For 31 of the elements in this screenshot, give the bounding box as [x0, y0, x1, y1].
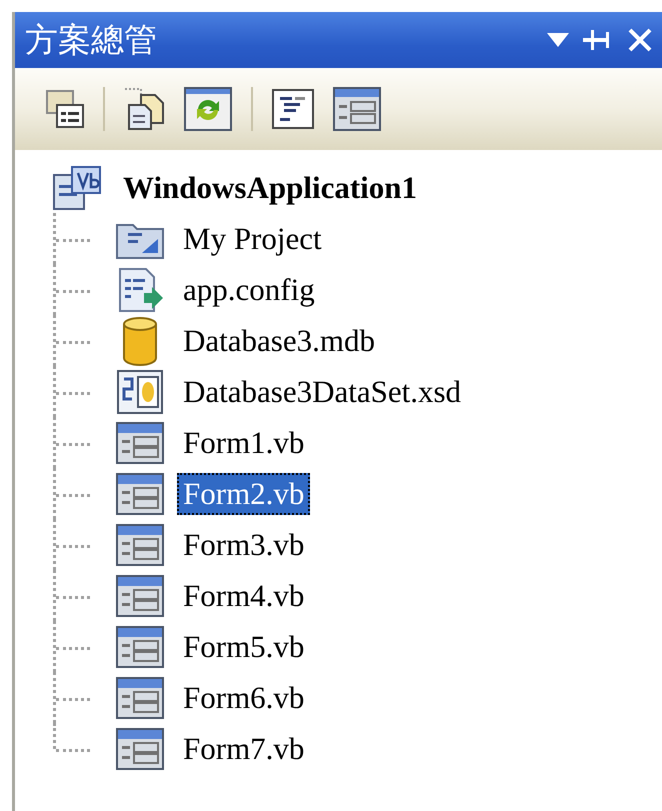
- tree-item[interactable]: Form5.vb: [177, 626, 310, 668]
- view-designer-icon[interactable]: [333, 87, 381, 131]
- documents-icon[interactable]: [123, 87, 165, 131]
- tree-item[interactable]: Form4.vb: [177, 574, 310, 616]
- tree-item[interactable]: Database3DataSet.xsd: [177, 370, 468, 412]
- database-icon: [120, 316, 160, 366]
- form-icon: [116, 574, 164, 616]
- tree-item[interactable]: Form2.vb: [177, 472, 310, 514]
- form-icon: [116, 676, 164, 718]
- close-icon[interactable]: [627, 27, 653, 53]
- form-icon: [116, 626, 164, 668]
- tree-item[interactable]: Form1.vb: [177, 422, 310, 464]
- tree-item[interactable]: WindowsApplication1: [117, 166, 424, 208]
- tree-item[interactable]: Form7.vb: [177, 728, 310, 770]
- tree-item[interactable]: Form6.vb: [177, 676, 310, 718]
- form-icon: [116, 728, 164, 770]
- properties-icon[interactable]: [45, 89, 85, 129]
- form-icon: [116, 422, 164, 464]
- config-file-icon: [116, 266, 164, 312]
- tree-item[interactable]: Database3.mdb: [177, 320, 381, 362]
- tree-item[interactable]: My Project: [177, 218, 328, 260]
- tree-item[interactable]: Form3.vb: [177, 524, 310, 566]
- form-icon: [116, 472, 164, 514]
- window-title: 方案總管: [25, 18, 158, 60]
- form-icon: [116, 524, 164, 566]
- project-icon: [52, 164, 102, 210]
- view-code-icon[interactable]: [271, 88, 315, 130]
- refresh-icon[interactable]: [183, 86, 233, 132]
- dataset-icon: [116, 368, 164, 414]
- tree-item[interactable]: app.config: [177, 268, 321, 310]
- dropdown-icon[interactable]: [547, 33, 569, 47]
